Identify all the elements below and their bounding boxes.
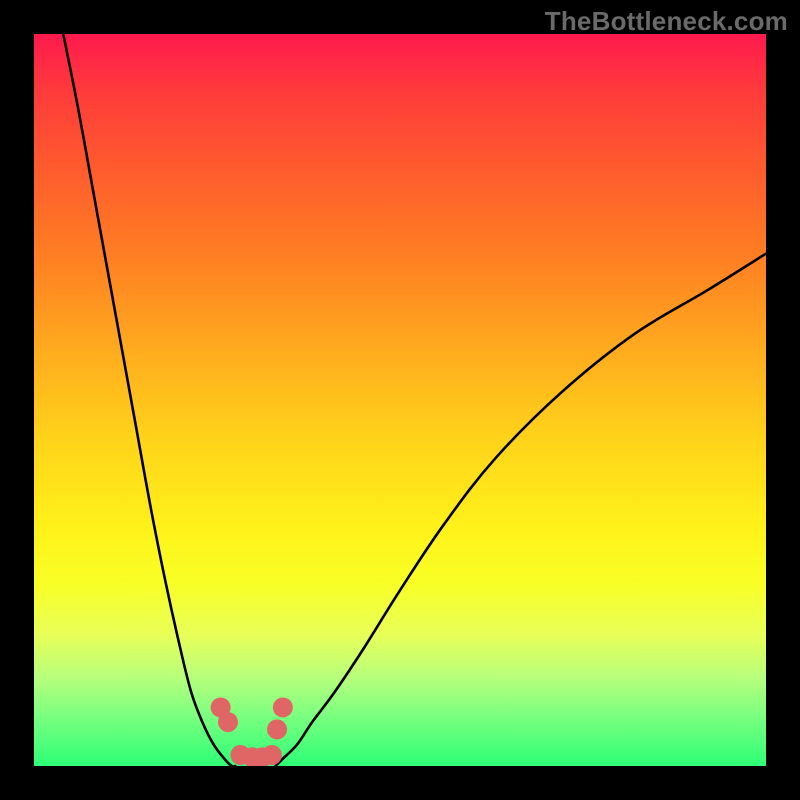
- chart-svg: [34, 34, 766, 766]
- dot-marker: [267, 719, 287, 739]
- dot-marker: [273, 697, 293, 717]
- curve-layer: [63, 34, 766, 766]
- dot-marker: [218, 712, 238, 732]
- plot-area: [34, 34, 766, 766]
- right-rise-curve: [276, 254, 766, 766]
- left-decay-curve: [63, 34, 235, 766]
- chart-frame: TheBottleneck.com: [0, 0, 800, 800]
- dot-marker: [262, 745, 282, 765]
- watermark-text: TheBottleneck.com: [545, 6, 788, 37]
